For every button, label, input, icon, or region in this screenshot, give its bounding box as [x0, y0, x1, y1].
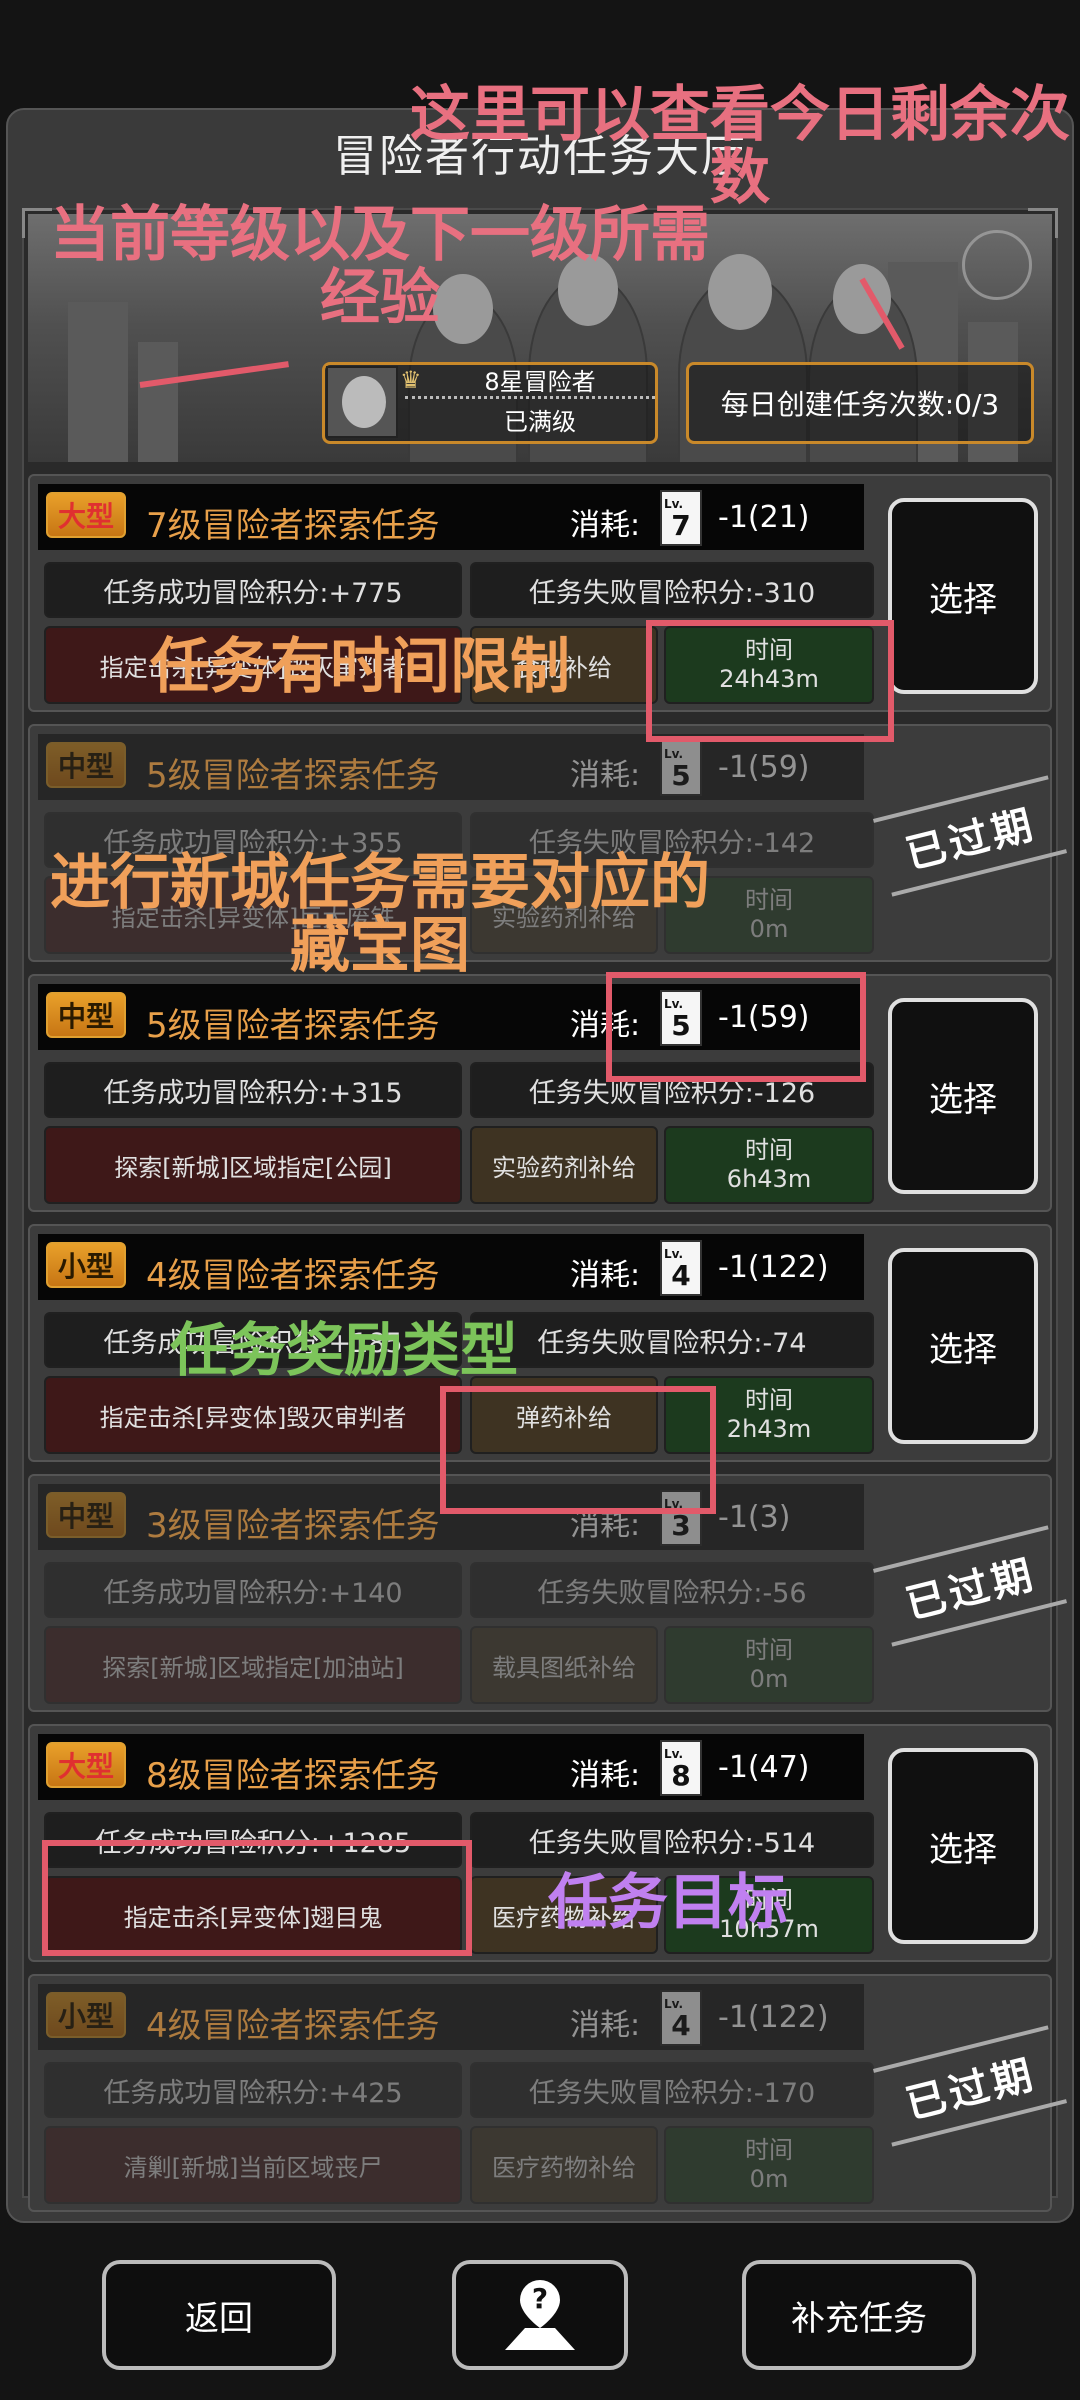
select-button[interactable]: 选择	[888, 1748, 1038, 1944]
time-label: 时间	[745, 1136, 793, 1165]
highlight-box-goal	[42, 1840, 472, 1956]
help-map-icon: ?	[505, 2280, 575, 2350]
cost-label: 消耗:	[570, 1758, 641, 1793]
task-time: 时间 6h43m	[664, 1126, 874, 1204]
time-value: 0m	[749, 1665, 789, 1693]
task-size-badge: 大型	[46, 1742, 126, 1788]
annotation-time-limit: 任务有时间限制	[150, 632, 570, 702]
crown-icon: ♛	[400, 366, 422, 394]
task-size-badge: 大型	[46, 492, 126, 538]
back-button[interactable]: 返回	[102, 2260, 336, 2370]
time-label: 时间	[745, 886, 793, 915]
task-name: 4级冒险者探索任务	[146, 2006, 440, 2046]
task-goal: 探索[新城]区域指定[加油站]	[44, 1626, 462, 1704]
select-button[interactable]: 选择	[888, 1248, 1038, 1444]
refill-tasks-button[interactable]: 补充任务	[742, 2260, 976, 2370]
expired-stamp: 已过期	[872, 1525, 1068, 1647]
task-goal: 清剿[新城]当前区域丧尸	[44, 2126, 462, 2204]
help-button[interactable]: ?	[452, 2260, 628, 2370]
fail-points: 任务失败冒险积分:-514	[470, 1812, 874, 1868]
cost-value: -1(59)	[718, 750, 810, 785]
task-name: 4级冒险者探索任务	[146, 1256, 440, 1296]
success-points: 任务成功冒险积分:+315	[44, 1062, 462, 1118]
cost-label: 消耗:	[570, 2008, 641, 2043]
svg-text:?: ?	[532, 2282, 548, 2315]
time-value: 2h43m	[726, 1415, 812, 1443]
annotation-level: 当前等级以及下一级所需经验	[50, 200, 710, 333]
treasure-map-card-icon: 7	[660, 470, 702, 546]
cost-value: -1(21)	[718, 500, 810, 535]
task-goal: 探索[新城]区域指定[公园]	[44, 1126, 462, 1204]
fail-points: 任务失败冒险积分:-56	[470, 1562, 874, 1618]
task-reward: 实验药剂补给	[470, 1126, 658, 1204]
time-label: 时间	[745, 1636, 793, 1665]
annotation-goal: 任务目标	[548, 1868, 788, 1938]
annotation-new-city: 进行新城任务需要对应的藏宝图	[50, 848, 710, 981]
level-progress-divider	[405, 396, 655, 399]
time-label: 时间	[745, 1386, 793, 1415]
corner-decoration	[1028, 208, 1058, 238]
task-size-badge: 中型	[46, 1492, 126, 1538]
task-reward: 载具图纸补给	[470, 1626, 658, 1704]
task-name: 5级冒险者探索任务	[146, 756, 440, 796]
task-goal: 指定击杀[异变体]毁灭审判者	[44, 1376, 462, 1454]
expired-stamp: 已过期	[872, 775, 1068, 897]
cost-label: 消耗:	[570, 508, 641, 543]
time-label: 时间	[745, 2136, 793, 2165]
daily-create-count: 每日创建任务次数:0/3	[686, 362, 1034, 444]
select-button[interactable]: 选择	[888, 998, 1038, 1194]
avatar	[326, 366, 398, 438]
cost-value: -1(3)	[718, 1500, 791, 1535]
cost-label: 消耗:	[570, 758, 641, 793]
task-size-badge: 小型	[46, 1242, 126, 1288]
treasure-map-card-icon: 4	[660, 1220, 702, 1296]
time-value: 6h43m	[726, 1165, 812, 1193]
task-time: 时间 0m	[664, 2126, 874, 2204]
success-points: 任务成功冒险积分:+140	[44, 1562, 462, 1618]
time-value: 0m	[749, 2165, 789, 2193]
cost-value: -1(47)	[718, 1750, 810, 1785]
success-points: 任务成功冒险积分:+775	[44, 562, 462, 618]
task-time: 时间 0m	[664, 1626, 874, 1704]
task-reward: 医疗药物补给	[470, 2126, 658, 2204]
treasure-map-card-icon: 5	[660, 720, 702, 796]
fail-points: 任务失败冒险积分:-170	[470, 2062, 874, 2118]
task-size-badge: 小型	[46, 1992, 126, 2038]
task-card: 中型 5级冒险者探索任务 消耗: 5 -1(59) 任务成功冒险积分:+315 …	[28, 970, 1052, 1212]
treasure-map-card-icon: 4	[660, 1970, 702, 2046]
treasure-map-card-icon: 8	[660, 1720, 702, 1796]
time-value: 0m	[749, 915, 789, 943]
task-size-badge: 中型	[46, 742, 126, 788]
highlight-box-cost	[606, 972, 866, 1082]
fail-points: 任务失败冒险积分:-74	[470, 1312, 874, 1368]
select-button[interactable]: 选择	[888, 498, 1038, 694]
level-status: 已满级	[504, 408, 576, 436]
cost-value: -1(122)	[718, 1250, 829, 1285]
fail-points: 任务失败冒险积分:-310	[470, 562, 874, 618]
task-size-badge: 中型	[46, 992, 126, 1038]
task-name: 3级冒险者探索任务	[146, 1506, 440, 1546]
screen: { "title": "冒险者行动任务大厅", "level": {"name"…	[0, 0, 1080, 2400]
annotation-reward-type: 任务奖励类型	[170, 1316, 519, 1384]
annotation-remaining: 这里可以查看今日剩余次数	[410, 80, 1070, 213]
task-card: 小型 4级冒险者探索任务 消耗: 4 -1(122) 任务成功冒险积分:+425…	[28, 1970, 1068, 2212]
level-name: 8星冒险者	[484, 368, 596, 396]
task-name: 5级冒险者探索任务	[146, 1006, 440, 1046]
highlight-box-reward	[440, 1386, 716, 1514]
task-name: 7级冒险者探索任务	[146, 506, 440, 546]
success-points: 任务成功冒险积分:+425	[44, 2062, 462, 2118]
cost-label: 消耗:	[570, 1258, 641, 1293]
cost-value: -1(122)	[718, 2000, 829, 2035]
expired-stamp: 已过期	[872, 2025, 1068, 2147]
highlight-box-time	[646, 620, 894, 742]
task-name: 8级冒险者探索任务	[146, 1756, 440, 1796]
